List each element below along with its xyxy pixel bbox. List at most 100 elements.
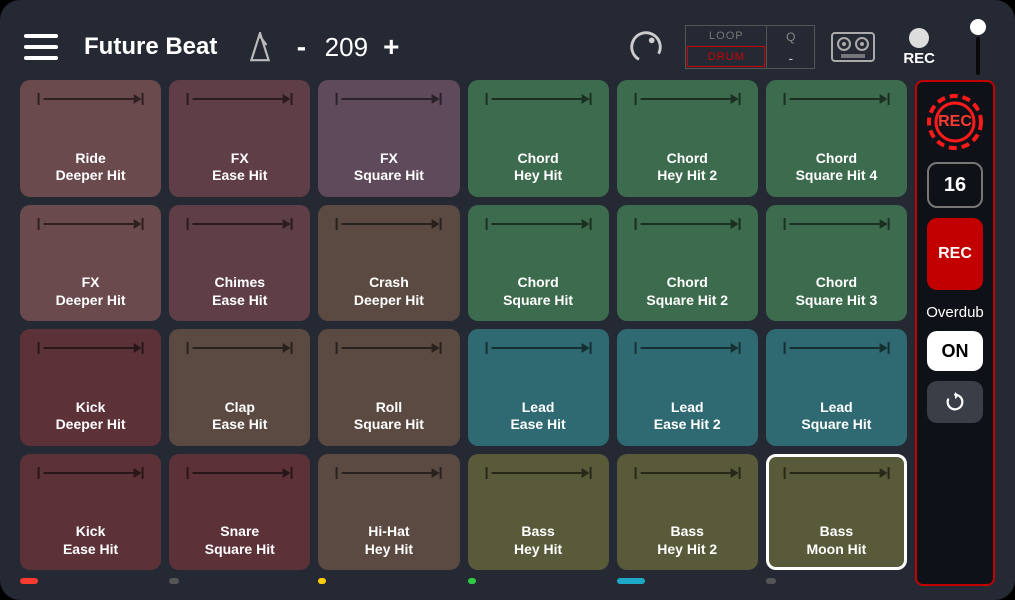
indicator-cell [20,579,161,583]
pad-label-line2: Hey Hit [365,541,413,559]
quantize-value[interactable]: - [767,47,814,68]
knob-icon[interactable] [627,28,665,66]
indicator-cell [617,579,758,583]
count-box[interactable]: 16 [927,162,983,208]
pad[interactable]: ChordSquare Hit 4 [766,80,907,197]
pad-label-line1: Chord [517,150,558,168]
pad-grid: RideDeeper HitFXEase HitFXSquare HitChor… [20,80,907,570]
pad[interactable]: FXEase Hit [169,80,310,197]
pad-label-line1: Snare [220,523,259,541]
loop-label-top[interactable]: LOOP [686,26,766,45]
loop-mode-box[interactable]: LOOP DRUM Q - [685,25,815,69]
tempo-value[interactable]: 209 [323,32,369,63]
one-shot-icon [631,217,744,231]
pad-label-line2: Ease Hit 2 [654,416,721,434]
overdub-on-button[interactable]: ON [927,331,983,371]
one-shot-icon [183,466,296,480]
pad[interactable]: ChordHey Hit [468,80,609,197]
pad-label-line2: Hey Hit 2 [657,541,717,559]
app-root: Future Beat - 209 + LOOP DRUM Q - [0,0,1015,600]
menu-icon[interactable] [24,34,58,60]
pad[interactable]: ChordSquare Hit 3 [766,205,907,322]
one-shot-icon [34,466,147,480]
tempo-minus-button[interactable]: - [289,31,313,63]
pad-label-line2: Ease Hit [63,541,118,559]
rec-ring-button[interactable]: REC [925,92,985,152]
one-shot-icon [780,217,893,231]
indicator-row [20,576,907,586]
pad-label-line1: Kick [76,399,106,417]
pad-label-line2: Square Hit [205,541,275,559]
volume-slider[interactable] [969,19,987,75]
one-shot-icon [631,92,744,106]
refresh-button[interactable] [927,381,983,423]
one-shot-icon [34,217,147,231]
pad-label-line1: Chord [816,274,857,292]
rec-dot-icon [909,28,929,48]
rec-indicator[interactable]: REC [903,28,935,67]
quantize-label[interactable]: Q [767,26,814,47]
pad-label-line1: Lead [671,399,704,417]
pad-label-line2: Deeper Hit [56,167,126,185]
pad[interactable]: KickEase Hit [20,454,161,571]
pad-label-line2: Hey Hit [514,167,562,185]
pad[interactable]: FXDeeper Hit [20,205,161,322]
pad[interactable]: ChimesEase Hit [169,205,310,322]
pad[interactable]: ClapEase Hit [169,329,310,446]
pad[interactable]: ChordSquare Hit [468,205,609,322]
one-shot-icon [183,217,296,231]
content: RideDeeper HitFXEase HitFXSquare HitChor… [20,80,995,586]
pad-label-line1: Bass [671,523,704,541]
pad-label-line1: Kick [76,523,106,541]
volume-thumb[interactable] [970,19,986,35]
pad-label-line2: Hey Hit 2 [657,167,717,185]
project-title[interactable]: Future Beat [84,33,217,61]
pad[interactable]: FXSquare Hit [318,80,459,197]
tempo-plus-button[interactable]: + [379,31,403,63]
indicator-segment [318,578,326,584]
pad-label-line1: FX [82,274,100,292]
pad-label-line2: Square Hit [801,416,871,434]
pad-label-line1: Hi-Hat [368,523,409,541]
rec-button[interactable]: REC [927,218,983,290]
tape-icon[interactable] [831,32,875,62]
one-shot-icon [482,217,595,231]
pad[interactable]: LeadEase Hit [468,329,609,446]
pad-label-line1: Bass [820,523,853,541]
pad-label-line2: Ease Hit [212,292,267,310]
overdub-label: Overdub [926,304,984,321]
pad[interactable]: RollSquare Hit [318,329,459,446]
pad-label-line2: Square Hit [354,167,424,185]
pad[interactable]: Hi-HatHey Hit [318,454,459,571]
pad[interactable]: ChordSquare Hit 2 [617,205,758,322]
pad-label-line2: Square Hit 4 [796,167,878,185]
pad-label-line2: Square Hit 2 [646,292,728,310]
pad-label-line1: Ride [75,150,105,168]
pad[interactable]: SnareSquare Hit [169,454,310,571]
one-shot-icon [34,92,147,106]
pad[interactable]: LeadEase Hit 2 [617,329,758,446]
pad[interactable]: BassHey Hit 2 [617,454,758,571]
one-shot-icon [780,92,893,106]
pad[interactable]: CrashDeeper Hit [318,205,459,322]
pad[interactable]: RideDeeper Hit [20,80,161,197]
header: Future Beat - 209 + LOOP DRUM Q - [20,20,995,80]
pad-label-line1: Roll [376,399,402,417]
one-shot-icon [332,217,445,231]
metronome-icon[interactable] [247,32,273,62]
pad[interactable]: ChordHey Hit 2 [617,80,758,197]
loop-label-bottom[interactable]: DRUM [687,46,765,67]
pad[interactable]: LeadSquare Hit [766,329,907,446]
one-shot-icon [780,341,893,355]
indicator-cell [468,579,609,583]
pad[interactable]: BassMoon Hit [766,454,907,571]
volume-track [976,37,980,75]
pad[interactable]: BassHey Hit [468,454,609,571]
pad-label-line1: Chord [667,274,708,292]
pad[interactable]: KickDeeper Hit [20,329,161,446]
pad-label-line2: Deeper Hit [56,416,126,434]
one-shot-icon [631,341,744,355]
indicator-segment [617,578,645,584]
grid-wrap: RideDeeper HitFXEase HitFXSquare HitChor… [20,80,907,586]
pad-label-line1: Chord [816,150,857,168]
